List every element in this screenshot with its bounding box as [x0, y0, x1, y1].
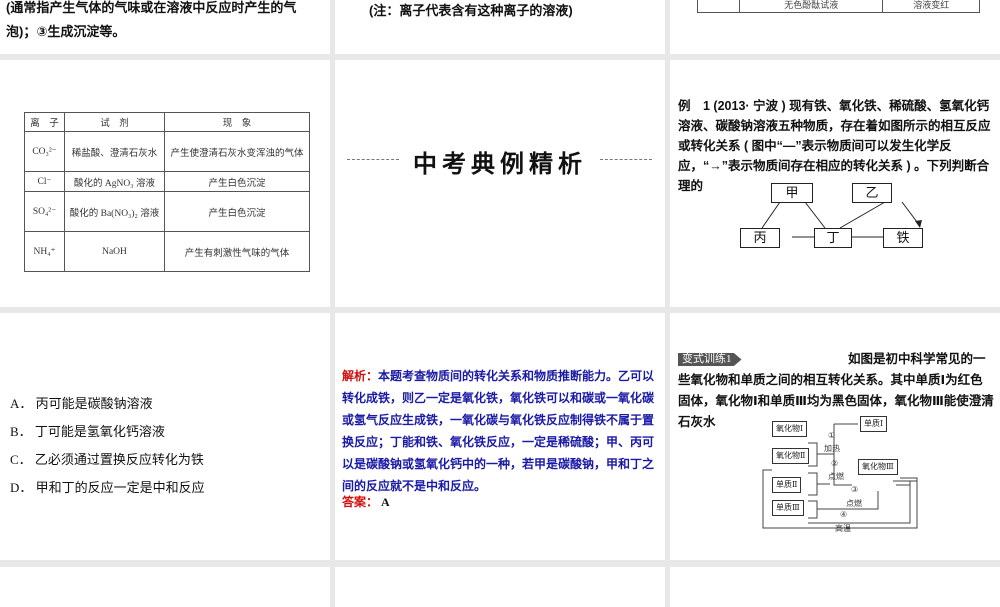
- node-ding: 丁: [814, 228, 852, 248]
- node-element-2: 单质Ⅱ: [772, 477, 802, 493]
- slide-thumbnail[interactable]: (通常指产生气体的气味或在溶液中反应时产生的气 泡)；③生成沉淀等。: [0, 0, 330, 54]
- node-jia: 甲: [771, 183, 813, 203]
- slide-text: (通常指产生气体的气味或在溶液中反应时产生的气 泡)；③生成沉淀等。: [6, 0, 297, 39]
- node-oxide-3: 氧化物Ⅲ: [858, 459, 898, 475]
- label-4: ④: [840, 510, 848, 519]
- section-title: 中考典例精析: [413, 151, 587, 178]
- label-1: ①: [828, 431, 836, 440]
- slide-thumbnail[interactable]: [670, 567, 1000, 607]
- node-bing: 丙: [740, 228, 780, 248]
- ion-table: 离 子试 剂现 象 CO₃²⁻ 稀盐酸、澄清石灰水 产生使澄清石灰水变浑浊的气体 C…: [24, 112, 310, 272]
- node-element-3: 单质Ⅲ: [772, 500, 804, 516]
- note-text: (注：离子代表含有这种离子的溶液): [369, 3, 573, 18]
- analysis-text: 解析：本题考查物质间的转化关系和物质推断能力。乙可以转化成铁，则乙一定是氧化铁，…: [342, 369, 655, 493]
- label-high-temp: 高温: [835, 524, 851, 533]
- slide-thumbnail[interactable]: [0, 567, 330, 607]
- slide-thumbnail[interactable]: 无色酚酞试液 溶液变红: [670, 0, 1000, 54]
- option-a: A． 丙可能是碳酸钠溶液: [10, 396, 153, 411]
- slide-thumbnail[interactable]: 解析：本题考查物质间的转化关系和物质推断能力。乙可以转化成铁，则乙一定是氧化铁，…: [335, 313, 665, 560]
- label-heat: 加热: [824, 444, 840, 453]
- slide-thumbnail[interactable]: [335, 567, 665, 607]
- answer: 答案： A: [342, 495, 390, 509]
- node-oxide-2: 氧化物Ⅱ: [772, 448, 810, 464]
- slide-thumbnail[interactable]: 离 子试 剂现 象 CO₃²⁻ 稀盐酸、澄清石灰水 产生使澄清石灰水变浑浊的气体 C…: [0, 60, 330, 307]
- slide-thumbnail[interactable]: 变式训练1 如图是初中科学常见的一些氧化物和单质之间的相互转化关系。其中单质Ⅰ为…: [670, 313, 1000, 560]
- option-d: D． 甲和丁的反应一定是中和反应: [10, 480, 205, 495]
- option-b: B． 丁可能是氢氧化钙溶液: [10, 424, 165, 439]
- label-ignite-2: 点燃: [846, 499, 862, 508]
- relation-diagram: [761, 201, 922, 238]
- node-oxide-1: 氧化物Ⅰ: [772, 421, 808, 437]
- label-2: ②: [831, 459, 839, 468]
- slide-thumbnail[interactable]: 中考典例精析: [335, 60, 665, 307]
- node-element-1: 单质Ⅰ: [860, 416, 888, 432]
- node-yi: 乙: [852, 183, 892, 203]
- option-c: C． 乙必须通过置换反应转化为铁: [10, 452, 204, 467]
- slide-thumbnail[interactable]: (注：离子代表含有这种离子的溶液): [335, 0, 665, 54]
- reagent-table: 无色酚酞试液 溶液变红: [697, 0, 980, 13]
- slide-thumbnail[interactable]: 例 1 (2013· 宁波 ) 现有铁、氧化铁、稀硫酸、氢氧化钙溶液、碳酸钠溶液…: [670, 60, 1000, 307]
- label-ignite-1: 点燃: [828, 472, 844, 481]
- node-tie: 铁: [883, 228, 923, 248]
- slide-thumbnail[interactable]: A． 丙可能是碳酸钠溶液 B． 丁可能是氢氧化钙溶液 C． 乙必须通过置换反应转…: [0, 313, 330, 560]
- label-3: ③: [851, 485, 859, 494]
